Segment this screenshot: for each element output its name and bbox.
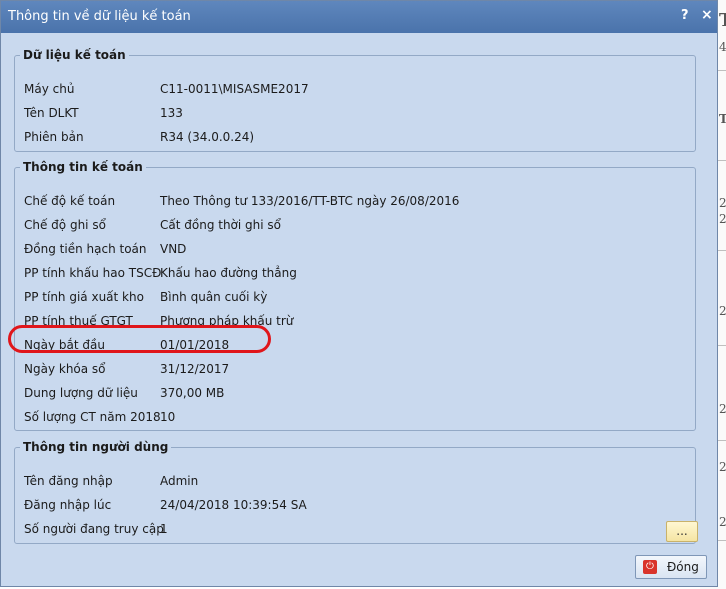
row-value: 1 [160, 522, 168, 536]
data-section: Dữ liệu kế toán Máy chủ C11-0011\MISASME… [14, 48, 696, 152]
help-icon[interactable]: ? [681, 8, 689, 23]
row-label: Ngày khóa sổ [24, 362, 106, 376]
row-label: Đồng tiền hạch toán [24, 242, 147, 256]
close-icon[interactable]: × [701, 7, 713, 23]
row-value: Admin [160, 474, 199, 488]
background-text: T [719, 10, 726, 31]
row-label: PP tính giá xuất kho [24, 290, 144, 304]
data-section-title: Dữ liệu kế toán [23, 48, 126, 62]
background-text: 2 [719, 212, 726, 226]
close-button[interactable]: ⏻ Đóng [635, 555, 707, 579]
accounting-section: Thông tin kế toán Chế độ kế toán Theo Th… [14, 160, 696, 431]
row-value: VND [160, 242, 187, 256]
background-text: T [719, 112, 726, 126]
row-label: Chế độ kế toán [24, 194, 116, 208]
row-value: 31/12/2017 [160, 362, 230, 376]
info-dialog: Thông tin về dữ liệu kế toán ? × Dữ liệu… [0, 0, 718, 587]
row-label: PP tính khấu hao TSCĐ [24, 266, 162, 280]
row-value: 133 [160, 106, 183, 120]
row-label: Đăng nhập lúc [24, 498, 112, 512]
view-users-button[interactable]: ... [666, 521, 698, 542]
power-icon: ⏻ [643, 560, 657, 574]
accounting-section-title: Thông tin kế toán [23, 160, 143, 174]
dialog-title: Thông tin về dữ liệu kế toán [8, 9, 191, 24]
row-label: Chế độ ghi sổ [24, 218, 106, 232]
row-value: R34 (34.0.0.24) [160, 130, 255, 144]
row-value: Bình quân cuối kỳ [160, 290, 268, 304]
row-value: Theo Thông tư 133/2016/TT-BTC ngày 26/08… [160, 194, 460, 208]
row-label: Máy chủ [24, 82, 75, 96]
row-value: Cất đồng thời ghi sổ [160, 218, 282, 232]
background-text: 2 [719, 460, 726, 474]
row-value: 370,00 MB [160, 386, 225, 400]
row-label: Tên DLKT [24, 106, 79, 120]
user-section: Thông tin người dùng Tên đăng nhập Admin… [14, 440, 698, 544]
row-label: Số người đang truy cập [24, 522, 164, 536]
row-value: 24/04/2018 10:39:54 SA [160, 498, 307, 512]
highlight-annotation [8, 325, 271, 353]
row-value: C11-0011\MISASME2017 [160, 82, 309, 96]
row-label: Số lượng CT năm 2018 [24, 410, 161, 424]
background-text: 4 [719, 40, 726, 54]
background-text: 2 [719, 196, 726, 210]
background-text: 2 [719, 304, 726, 318]
close-button-label: Đóng [667, 560, 699, 574]
dialog-titlebar[interactable]: Thông tin về dữ liệu kế toán ? × [1, 1, 717, 33]
row-label: Tên đăng nhập [24, 474, 113, 488]
row-label: Phiên bản [24, 130, 84, 144]
row-value: 10 [160, 410, 176, 424]
background-text: 2 [719, 515, 726, 529]
background-text: 2 [719, 402, 726, 416]
user-section-title: Thông tin người dùng [23, 440, 169, 454]
row-value: Khấu hao đường thẳng [160, 266, 297, 280]
row-label: Dung lượng dữ liệu [24, 386, 138, 400]
